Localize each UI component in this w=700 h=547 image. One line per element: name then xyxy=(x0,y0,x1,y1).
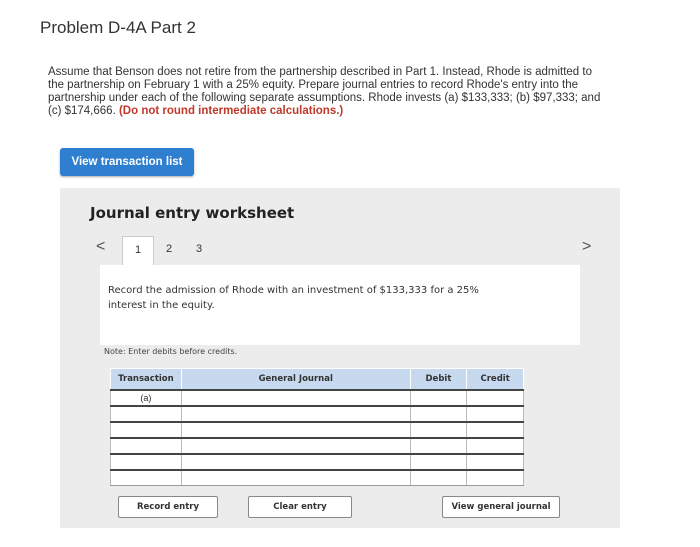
general-journal-input[interactable] xyxy=(180,421,411,439)
prompt-box: Record the admission of Rhode with an in… xyxy=(100,265,580,345)
debit-input[interactable] xyxy=(409,469,468,486)
problem-title: Problem D-4A Part 2 xyxy=(40,18,196,37)
table-row xyxy=(110,469,524,486)
header-transaction: Transaction xyxy=(110,368,182,391)
problem-instructions: Assume that Benson does not retire from … xyxy=(48,66,608,118)
debit-input[interactable] xyxy=(409,437,468,455)
record-entry-button[interactable]: Record entry xyxy=(118,496,218,518)
transaction-cell xyxy=(110,469,182,486)
journal-table: Transaction General Journal Debit Credit… xyxy=(110,368,524,486)
credit-input[interactable] xyxy=(466,389,524,407)
worksheet-title: Journal entry worksheet xyxy=(90,204,295,222)
table-row xyxy=(110,405,524,423)
step-tab-1[interactable]: 1 xyxy=(122,236,154,265)
transaction-cell xyxy=(110,437,182,455)
debits-note: Note: Enter debits before credits. xyxy=(104,347,238,356)
step-tab-3[interactable]: 3 xyxy=(184,236,214,262)
general-journal-input[interactable] xyxy=(180,405,411,423)
general-journal-input[interactable] xyxy=(180,453,411,471)
view-transaction-list-button[interactable]: View transaction list xyxy=(60,148,194,176)
view-general-journal-button[interactable]: View general journal xyxy=(442,496,560,518)
debit-input[interactable] xyxy=(409,453,468,471)
table-row xyxy=(110,453,524,471)
credit-input[interactable] xyxy=(466,437,524,455)
general-journal-input[interactable] xyxy=(180,469,411,486)
clear-entry-button[interactable]: Clear entry xyxy=(248,496,352,518)
transaction-cell xyxy=(110,453,182,471)
header-credit: Credit xyxy=(466,368,524,391)
debit-input[interactable] xyxy=(409,389,468,407)
general-journal-input[interactable] xyxy=(180,389,411,407)
transaction-cell xyxy=(110,405,182,423)
journal-header-row: Transaction General Journal Debit Credit xyxy=(110,368,524,391)
table-row xyxy=(110,421,524,439)
credit-input[interactable] xyxy=(466,421,524,439)
transaction-cell: (a) xyxy=(110,389,182,407)
debit-input[interactable] xyxy=(409,405,468,423)
general-journal-input[interactable] xyxy=(180,437,411,455)
instructions-note: (Do not round intermediate calculations.… xyxy=(118,105,344,117)
table-row xyxy=(110,437,524,455)
table-row: (a) xyxy=(110,389,524,407)
journal-entry-worksheet: Journal entry worksheet < 1 2 3 > Record… xyxy=(60,188,620,528)
chevron-left-icon[interactable]: < xyxy=(96,238,105,256)
header-debit: Debit xyxy=(409,368,468,391)
credit-input[interactable] xyxy=(466,469,524,486)
step-tab-2[interactable]: 2 xyxy=(154,236,184,262)
chevron-right-icon[interactable]: > xyxy=(582,238,591,256)
credit-input[interactable] xyxy=(466,405,524,423)
transaction-cell xyxy=(110,421,182,439)
prompt-text: Record the admission of Rhode with an in… xyxy=(108,285,479,311)
debit-input[interactable] xyxy=(409,421,468,439)
header-general-journal: General Journal xyxy=(180,368,411,391)
step-tabs: 1 2 3 xyxy=(122,236,214,265)
credit-input[interactable] xyxy=(466,453,524,471)
